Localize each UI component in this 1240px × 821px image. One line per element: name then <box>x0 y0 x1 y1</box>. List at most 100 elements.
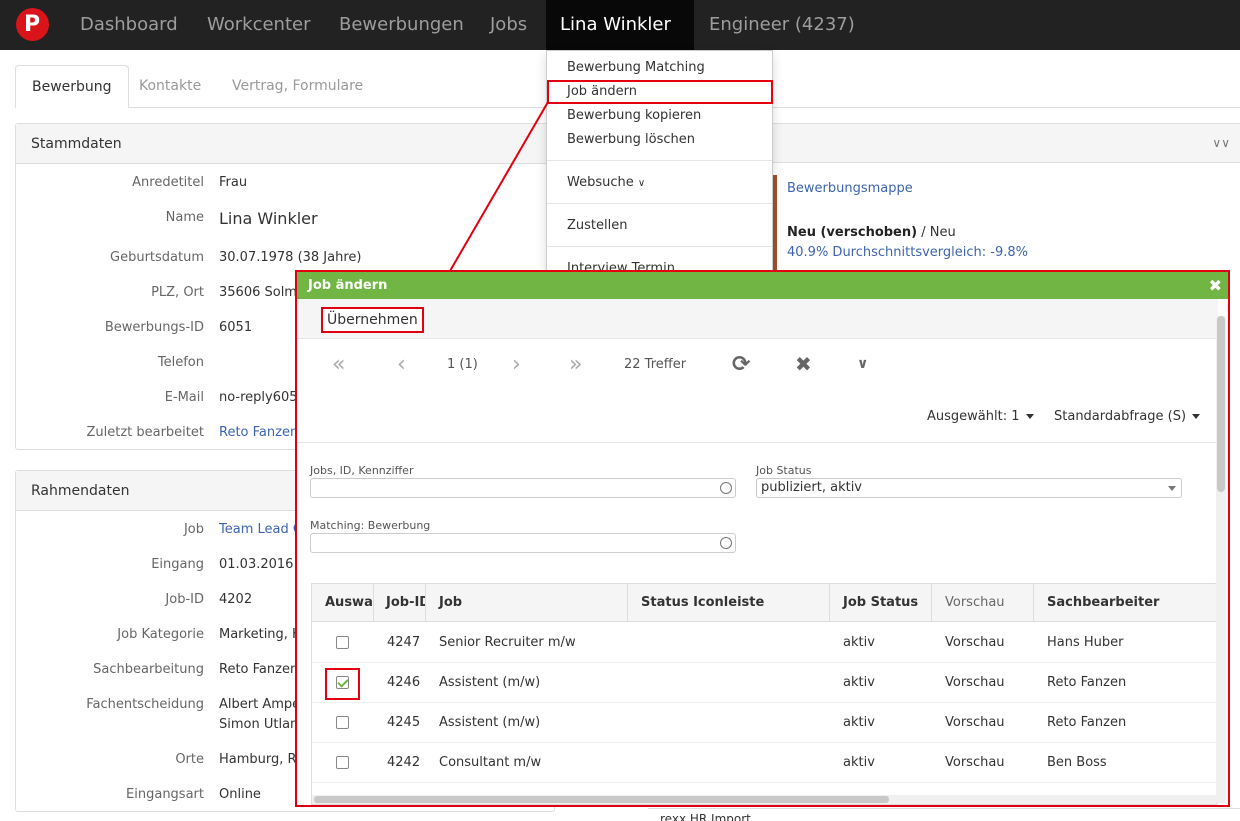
caret-down-icon <box>1168 486 1176 491</box>
scrollbar-thumb[interactable] <box>314 796 889 803</box>
close-icon[interactable]: ✖ <box>1209 272 1222 299</box>
status-rest: / Neu <box>917 225 956 240</box>
nav-workcenter[interactable]: Workcenter <box>207 0 311 50</box>
result-count: 22 Treffer <box>624 357 687 372</box>
vertical-scrollbar[interactable] <box>1216 316 1226 803</box>
search-icon <box>720 482 732 494</box>
page-indicator: 1 (1) <box>447 357 478 372</box>
tab-vertrag[interactable]: Vertrag, Formulare <box>216 65 379 108</box>
nav-engineer[interactable]: Engineer (4237) <box>709 0 855 50</box>
job-status-select[interactable]: publiziert, aktiv <box>756 478 1182 498</box>
checkbox-highlight-box <box>325 668 360 700</box>
cell-preview-link[interactable]: Vorschau <box>945 703 1005 743</box>
nav-applicant-label: Lina Winkler <box>560 14 671 35</box>
jobs-filter-input[interactable] <box>310 478 736 498</box>
first-page-icon[interactable]: « <box>332 352 345 377</box>
col-sachbearbeiter[interactable]: Sachbearbeiter <box>1034 584 1217 622</box>
query-dropdown[interactable]: Standardabfrage (S) <box>1054 409 1201 424</box>
col-job[interactable]: Job <box>426 584 628 622</box>
value-plz-ort: 35606 Solms <box>219 285 304 300</box>
value-email[interactable]: no-reply6051 <box>219 390 306 405</box>
query-label: Standardabfrage (S) <box>1054 409 1187 424</box>
menu-zustellen[interactable]: Zustellen <box>567 218 627 233</box>
cell-job-status: aktiv <box>843 755 875 770</box>
menu-websuche[interactable]: Websuche ∨ <box>567 175 645 190</box>
prev-page-icon[interactable]: ‹ <box>397 352 406 377</box>
refresh-icon[interactable]: ⟳ <box>732 352 750 377</box>
nav-applicant-menu[interactable]: Lina Winkler <box>546 0 694 78</box>
scrollbar-thumb[interactable] <box>1217 316 1225 492</box>
col-auswahl[interactable]: Auswahl <box>312 584 374 622</box>
next-page-icon[interactable]: › <box>512 352 521 377</box>
nav-dashboard[interactable]: Dashboard <box>80 0 178 50</box>
table-header: Auswahl Job-ID Job Status Iconleiste Job… <box>312 584 1217 622</box>
label-telefon: Telefon <box>157 355 204 370</box>
search-icon <box>720 537 732 549</box>
value-orte: Hamburg, Ro <box>219 752 295 767</box>
label-job-kategorie: Job Kategorie <box>117 627 204 642</box>
value-sachbearbeitung: Reto Fanzen <box>219 662 295 677</box>
col-job-status[interactable]: Job Status <box>830 584 932 622</box>
selected-count-dropdown[interactable]: Ausgewählt: 1 <box>927 409 1034 424</box>
jobs-filter-label: Jobs, ID, Kennziffer <box>310 464 414 477</box>
cell-job-status: aktiv <box>843 675 875 690</box>
label-bewerbungs-id: Bewerbungs-ID <box>104 320 204 335</box>
cell-preview-link[interactable]: Vorschau <box>945 743 1005 783</box>
table-row[interactable]: 4242 Consultant m/w aktiv Vorschau Ben B… <box>312 743 1217 783</box>
cell-owner: Reto Fanzen <box>1047 675 1127 690</box>
table-row[interactable]: 4245 Assistent (m/w) aktiv Vorschau Reto… <box>312 703 1217 743</box>
label-name: Name <box>165 210 204 225</box>
nav-jobs[interactable]: Jobs <box>490 0 527 50</box>
cell-job-status: aktiv <box>843 715 875 730</box>
matching-input[interactable] <box>310 533 736 553</box>
row-checkbox[interactable] <box>336 716 349 729</box>
cell-job-link[interactable]: Senior Recruiter m/w <box>439 623 576 663</box>
value-zuletzt-bearbeitet[interactable]: Reto Fanzen <box>219 425 298 440</box>
last-page-icon[interactable]: » <box>569 352 582 377</box>
col-vorschau[interactable]: Vorschau <box>932 584 1034 622</box>
menu-bewerbung-matching[interactable]: Bewerbung Matching <box>567 60 705 75</box>
menu-bewerbung-loeschen[interactable]: Bewerbung löschen <box>567 132 695 147</box>
table-row[interactable]: 4247 Senior Recruiter m/w aktiv Vorschau… <box>312 623 1217 663</box>
callout-connector <box>449 101 549 272</box>
cell-job-link[interactable]: Assistent (m/w) <box>439 663 540 703</box>
cell-job-id: 4246 <box>387 675 421 690</box>
table-row[interactable]: 4246 Assistent (m/w) aktiv Vorschau Reto… <box>312 663 1217 703</box>
tab-bewerbung[interactable]: Bewerbung <box>15 65 129 108</box>
horizontal-scrollbar[interactable] <box>312 795 1217 804</box>
value-anredetitel: Frau <box>219 175 248 190</box>
clear-filter-icon[interactable]: ✖ <box>795 352 812 376</box>
cell-job-link[interactable]: Consultant m/w <box>439 743 541 783</box>
label-fachentscheidung: Fachentscheidung <box>86 697 204 712</box>
cell-job-link[interactable]: Assistent (m/w) <box>439 703 540 743</box>
nav-bewerbungen[interactable]: Bewerbungen <box>339 0 464 50</box>
matching-label: Matching: Bewerbung <box>310 519 431 532</box>
cell-preview-link[interactable]: Vorschau <box>945 663 1005 703</box>
row-checkbox[interactable] <box>336 636 349 649</box>
chevron-double-down-icon[interactable]: ∨∨ <box>1212 136 1230 150</box>
cell-owner: Ben Boss <box>1047 755 1107 770</box>
value-name: Lina Winkler <box>219 209 318 228</box>
label-eingangsart: Eingangsart <box>126 787 204 802</box>
bottom-right-label: rexx HR Import <box>660 812 751 821</box>
col-job-id[interactable]: Job-ID <box>374 584 426 622</box>
selected-count-label: Ausgewählt: 1 <box>927 409 1020 424</box>
vergleich-link[interactable]: 40.9% Durchschnittsvergleich: -9.8% <box>787 245 1028 260</box>
label-email: E-Mail <box>164 390 204 405</box>
uebernehmen-button[interactable]: Übernehmen <box>321 307 424 333</box>
menu-websuche-label: Websuche <box>567 175 634 190</box>
chevron-double-down-icon[interactable]: ∨ <box>857 356 868 372</box>
logo-icon[interactable]: P <box>16 8 49 41</box>
tab-kontakte[interactable]: Kontakte <box>123 65 217 108</box>
col-status-iconleiste[interactable]: Status Iconleiste <box>628 584 830 622</box>
bottom-right-panel: rexx HR Import <box>648 808 1240 821</box>
row-checkbox[interactable] <box>336 756 349 769</box>
menu-divider <box>547 203 772 204</box>
value-job[interactable]: Team Lead C <box>219 522 295 537</box>
caret-down-icon <box>1025 414 1034 419</box>
cell-owner: Reto Fanzen <box>1047 715 1127 730</box>
menu-bewerbung-kopieren[interactable]: Bewerbung kopieren <box>567 108 701 123</box>
cell-preview-link[interactable]: Vorschau <box>945 623 1005 663</box>
bewerbungsmappe-link[interactable]: Bewerbungsmappe <box>787 181 913 196</box>
value-job-kategorie: Marketing, K <box>219 627 295 642</box>
